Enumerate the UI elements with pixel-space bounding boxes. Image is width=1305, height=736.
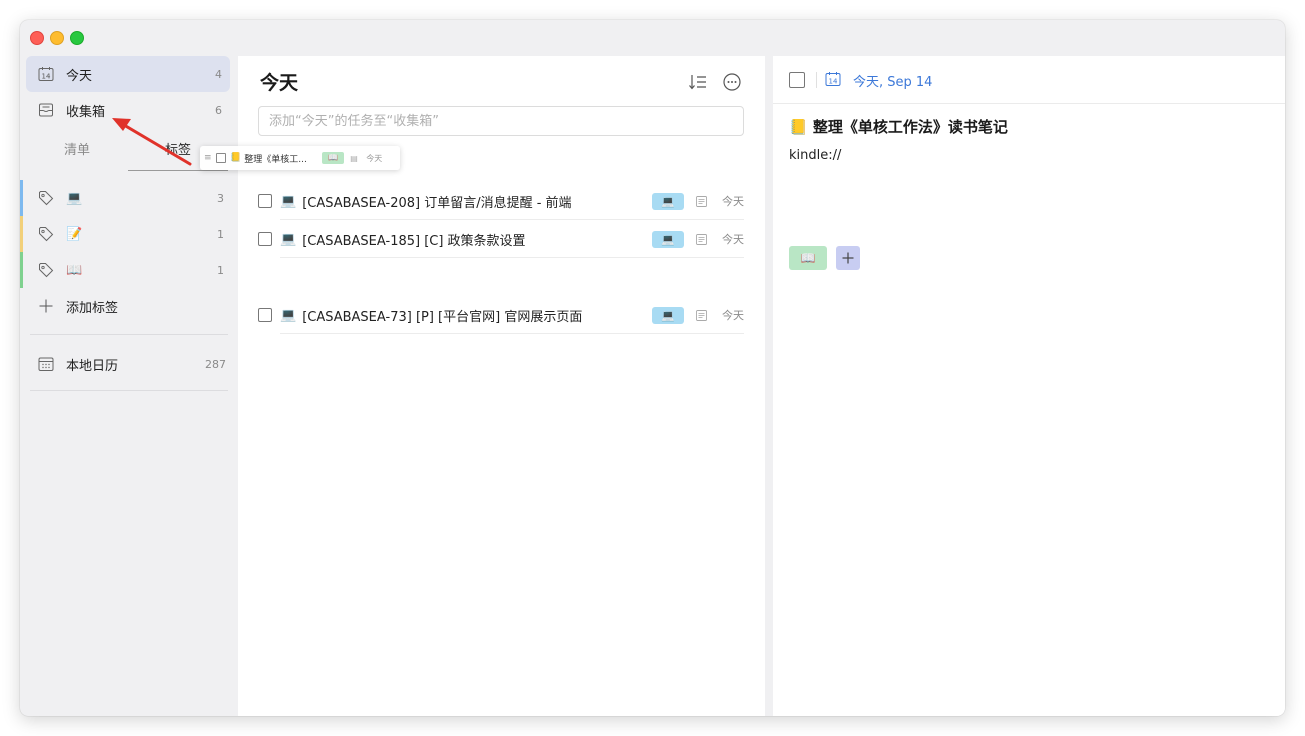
due-date-calendar-icon[interactable]: 14 <box>825 71 841 87</box>
task-detail-panel: 14 今天, Sep 14 📒 整理《单核工作法》读书笔记 kindle:// … <box>773 56 1285 716</box>
sidebar-item-count: 4 <box>215 67 222 81</box>
sort-icon[interactable] <box>688 72 708 92</box>
minimize-window-button[interactable] <box>50 31 64 45</box>
tag-icon <box>38 190 54 206</box>
task-due-date: 今天 <box>722 309 744 322</box>
note-icon <box>694 308 708 322</box>
tag-icon <box>38 262 54 278</box>
task-checkbox[interactable] <box>258 308 272 322</box>
task-emoji: 💻 <box>280 193 297 209</box>
app-window: 14 今天 4 收集箱 6 清单 标签 💻 3 📝 1 📖 1 添加标签 本地日… <box>20 20 1285 716</box>
tag-count: 1 <box>217 227 224 241</box>
sidebar-item-today[interactable]: 14 今天 4 <box>26 56 230 92</box>
row-divider <box>280 257 744 258</box>
page-title: 今天 <box>260 72 299 94</box>
tag-color-bar <box>20 216 23 252</box>
note-icon <box>694 194 708 208</box>
task-tag-badge[interactable]: 💻 <box>652 192 684 210</box>
sidebar-tag-item[interactable]: 💻 3 <box>20 180 238 216</box>
task-tag-badge[interactable]: 💻 <box>652 230 684 248</box>
note-icon: ▤ <box>350 153 358 163</box>
tag-label: 📝 <box>66 226 83 242</box>
task-due-date: 今天 <box>722 195 744 208</box>
close-window-button[interactable] <box>30 31 44 45</box>
sidebar-item-count: 287 <box>205 357 226 371</box>
due-date-label[interactable]: 今天, Sep 14 <box>853 71 932 90</box>
task-tag-badge: 📖 <box>322 152 345 164</box>
tab-lists[interactable]: 清单 <box>42 132 112 170</box>
task-note-text[interactable]: kindle:// <box>789 148 841 163</box>
sidebar-divider <box>30 334 228 335</box>
detail-tag-badge[interactable]: 📖 <box>789 246 827 270</box>
tag-icon <box>38 226 54 242</box>
task-emoji: 📒 <box>789 118 808 136</box>
sidebar-tag-item[interactable]: 📖 1 <box>20 252 238 288</box>
zoom-window-button[interactable] <box>70 31 84 45</box>
sidebar-item-label: 今天 <box>66 68 93 84</box>
task-title: [CASABASEA-73] [P] [平台官网] 官网展示页面 <box>302 309 583 325</box>
tag-label: 💻 <box>66 190 83 206</box>
task-title: [CASABASEA-208] 订单留言/消息提醒 - 前端 <box>302 195 572 211</box>
add-tag-button[interactable]: 添加标签 <box>20 288 238 324</box>
sidebar-item-inbox[interactable]: 收集箱 6 <box>26 92 230 128</box>
task-checkbox <box>216 153 226 163</box>
task-title-text: 整理《单核工作法》读书笔记 <box>812 118 1008 136</box>
tag-count: 3 <box>217 191 224 205</box>
dragging-task-preview[interactable]: ≡ 📒 整理《单核工... 📖 ▤ 今天 <box>200 146 400 170</box>
task-emoji: 📒 <box>230 153 242 163</box>
task-tag-badge[interactable]: 💻 <box>652 306 684 324</box>
task-row[interactable]: 💻 [CASABASEA-208] 订单留言/消息提醒 - 前端 💻 今天 <box>258 182 744 220</box>
calendar-today-icon: 14 <box>38 66 54 82</box>
task-emoji: 💻 <box>280 307 297 323</box>
sidebar-item-count: 6 <box>215 103 222 117</box>
tag-count: 1 <box>217 263 224 277</box>
task-row[interactable]: 💻 [CASABASEA-185] [C] 政策条款设置 💻 今天 <box>258 220 744 258</box>
more-options-icon[interactable] <box>722 72 742 92</box>
add-tag-label: 添加标签 <box>66 300 119 316</box>
header-separator <box>816 72 817 88</box>
note-icon <box>694 232 708 246</box>
drag-handle-icon[interactable]: ≡ <box>204 153 214 163</box>
detail-checkbox[interactable] <box>789 72 805 88</box>
task-checkbox[interactable] <box>258 194 272 208</box>
row-divider <box>280 333 744 334</box>
task-title: [CASABASEA-185] [C] 政策条款设置 <box>302 233 526 249</box>
inbox-icon <box>38 102 54 118</box>
sidebar-divider <box>30 390 228 391</box>
sidebar-item-label: 收集箱 <box>66 104 106 120</box>
tag-color-bar <box>20 180 23 216</box>
sidebar-tag-item[interactable]: 📝 1 <box>20 216 238 252</box>
header-divider <box>773 103 1285 104</box>
tag-label: 📖 <box>66 262 83 278</box>
task-title: 整理《单核工... <box>244 154 307 165</box>
tag-color-bar <box>20 252 23 288</box>
svg-text:14: 14 <box>829 77 838 85</box>
sidebar-item-label: 本地日历 <box>66 358 119 374</box>
task-emoji: 💻 <box>280 231 297 247</box>
plus-icon <box>38 298 54 314</box>
task-checkbox[interactable] <box>258 232 272 246</box>
title-bar <box>20 20 1285 56</box>
task-due-date: 今天 <box>366 153 383 163</box>
task-due-date: 今天 <box>722 233 744 246</box>
svg-text:14: 14 <box>42 72 51 80</box>
add-task-input[interactable] <box>258 106 744 136</box>
task-row[interactable]: 💻 [CASABASEA-73] [P] [平台官网] 官网展示页面 💻 今天 <box>258 296 744 334</box>
sidebar-item-local-calendar[interactable]: 本地日历 287 <box>20 346 238 382</box>
calendar-grid-icon <box>38 356 54 372</box>
add-tag-icon[interactable] <box>836 246 860 270</box>
task-detail-title[interactable]: 📒 整理《单核工作法》读书笔记 <box>789 116 1008 137</box>
